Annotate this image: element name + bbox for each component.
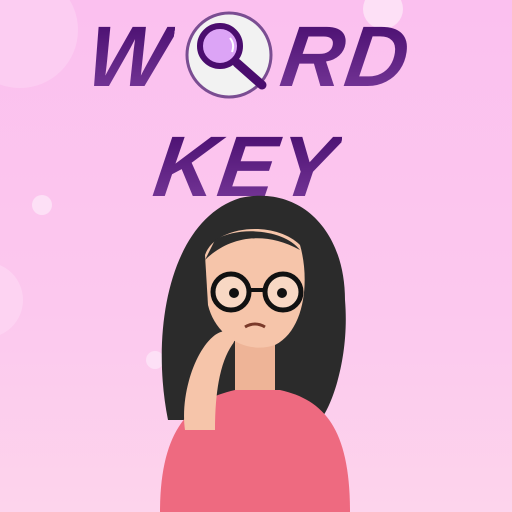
eye bbox=[229, 288, 239, 298]
eye bbox=[277, 288, 287, 298]
sleeve bbox=[175, 430, 225, 512]
girl-illustration bbox=[160, 195, 350, 512]
